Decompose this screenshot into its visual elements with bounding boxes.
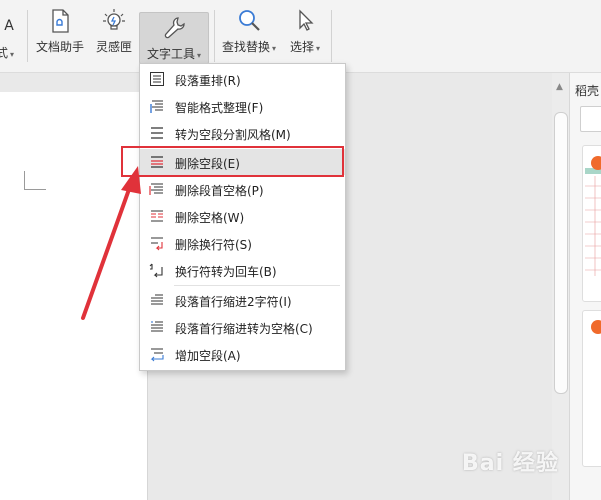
- scrollbar-thumb[interactable]: [554, 112, 568, 394]
- smart-format-icon: [150, 100, 163, 113]
- menu-item-add-empty-paragraph[interactable]: 增加空段(A): [140, 341, 345, 367]
- document-helper-icon: [52, 9, 69, 33]
- text-tools-button[interactable]: 文字工具 ▾: [139, 12, 209, 64]
- page-margin-marker: [24, 189, 46, 190]
- document-helper-button[interactable]: 文档助手: [36, 8, 84, 62]
- hot-badge-icon: [591, 320, 601, 334]
- menu-item-label: 删除段首空格(P): [175, 184, 264, 198]
- menu-item-line-break-to-enter[interactable]: 换行符转为回车(B): [140, 257, 345, 283]
- empty-paragraph-split-icon: [151, 127, 163, 139]
- select-label: 选择 ▾: [290, 40, 321, 54]
- menu-item-label: 转为空段分割风格(M): [175, 128, 291, 142]
- menu-item-label: 增加空段(A): [175, 349, 241, 363]
- menu-item-delete-line-break[interactable]: 删除换行符(S): [140, 230, 345, 256]
- text-tools-dropdown-menu: 段落重排(R) 智能格式整理(F) 转为空段分割风格(M) 删除空段(E) 删除…: [139, 63, 346, 371]
- lightbulb-icon: [103, 9, 125, 30]
- inspiration-box-label: 灵感匣: [96, 40, 133, 54]
- menu-separator: [174, 285, 340, 286]
- ribbon-partial-label: 式 ▾: [0, 46, 15, 60]
- menu-item-label: 段落重排(R): [175, 74, 241, 88]
- page-margin-marker: [24, 171, 25, 189]
- inspiration-box-button[interactable]: 灵感匣: [96, 8, 132, 62]
- ribbon-separator: [214, 10, 215, 62]
- scroll-up-arrow-icon[interactable]: ▲: [556, 82, 563, 92]
- ribbon-partial-button[interactable]: A 式 ▾: [0, 6, 14, 60]
- menu-item-smart-format[interactable]: 智能格式整理(F): [140, 93, 345, 119]
- text-tools-label: 文字工具 ▾: [146, 47, 202, 61]
- highlight-annotation-box: [121, 146, 344, 177]
- line-break-to-enter-icon: [149, 263, 163, 278]
- delete-leading-space-icon: [149, 183, 163, 195]
- first-line-indent-icon: [151, 294, 163, 305]
- document-helper-label: 文档助手: [36, 40, 85, 54]
- menu-item-empty-paragraph-split[interactable]: 转为空段分割风格(M): [140, 120, 345, 146]
- delete-line-break-icon: [151, 237, 163, 251]
- menu-item-first-line-indent[interactable]: 段落首行缩进2字符(I): [140, 287, 345, 313]
- watermark-logo: Bai 经验: [462, 451, 559, 476]
- wrench-icon: [164, 17, 185, 39]
- menu-item-label: 段落首行缩进2字符(I): [175, 295, 292, 309]
- ribbon-separator: [27, 10, 28, 62]
- ribbon-separator: [331, 10, 332, 62]
- menu-item-label: 段落首行缩进转为空格(C): [175, 322, 313, 336]
- right-panel-search-input[interactable]: [580, 106, 601, 132]
- paragraph-rearrange-icon: [150, 72, 164, 86]
- cursor-arrow-icon: [299, 9, 314, 31]
- indent-to-space-icon: [151, 321, 163, 332]
- find-replace-button[interactable]: 查找替换 ▾: [222, 8, 276, 62]
- menu-item-indent-to-space[interactable]: 段落首行缩进转为空格(C): [140, 314, 345, 340]
- add-empty-paragraph-icon: [150, 348, 164, 362]
- delete-space-icon: [151, 210, 163, 222]
- menu-item-delete-leading-space[interactable]: 删除段首空格(P): [140, 176, 345, 202]
- menu-item-label: 删除空格(W): [175, 211, 245, 225]
- menu-item-delete-space[interactable]: 删除空格(W): [140, 203, 345, 229]
- ribbon-partial-top: A: [4, 18, 14, 34]
- find-replace-label: 查找替换 ▾: [222, 40, 277, 54]
- menu-item-label: 换行符转为回车(B): [175, 265, 277, 279]
- magnifier-icon: [239, 10, 260, 31]
- menu-item-paragraph-rearrange[interactable]: 段落重排(R): [140, 66, 345, 92]
- menu-item-label: 智能格式整理(F): [175, 101, 264, 115]
- hot-badge-icon: [591, 156, 601, 170]
- right-panel-title: 稻壳: [575, 84, 600, 98]
- select-button[interactable]: 选择 ▾: [290, 8, 320, 62]
- menu-item-label: 删除换行符(S): [175, 238, 252, 252]
